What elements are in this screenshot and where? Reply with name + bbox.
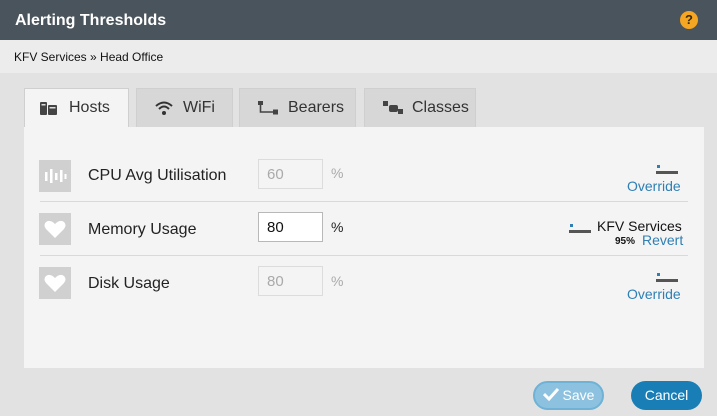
tab-bearers[interactable]: Bearers xyxy=(239,88,356,127)
memory-revert-link[interactable]: Revert xyxy=(642,232,683,248)
cancel-button[interactable]: Cancel xyxy=(631,381,702,410)
save-label: Save xyxy=(562,387,595,403)
cpu-label: CPU Avg Utilisation xyxy=(88,167,227,184)
cpu-override-link[interactable]: Override xyxy=(627,178,681,194)
save-button[interactable]: Save xyxy=(533,381,604,410)
hosts-panel: CPU Avg Utilisation 60 % Override Memory… xyxy=(24,127,704,368)
row-divider xyxy=(40,201,688,202)
tab-hosts-label: Hosts xyxy=(69,99,110,116)
tab-wifi[interactable]: WiFi xyxy=(136,88,233,127)
tab-wifi-label: WiFi xyxy=(183,99,215,116)
memory-unit: % xyxy=(331,219,344,235)
classes-icon xyxy=(383,100,403,121)
cpu-icon xyxy=(39,160,71,192)
help-icon[interactable]: ? xyxy=(680,11,698,29)
alerting-thresholds-dialog: Alerting Thresholds ? KFV Services » Hea… xyxy=(0,0,717,416)
tab-bearers-label: Bearers xyxy=(288,99,345,116)
title-bar: Alerting Thresholds ? xyxy=(0,0,717,40)
breadcrumb-bar: KFV Services » Head Office xyxy=(0,40,717,73)
tab-classes[interactable]: Classes xyxy=(364,88,476,127)
disk-unit: % xyxy=(331,273,344,289)
heart-icon xyxy=(39,267,71,299)
breadcrumb: KFV Services » Head Office xyxy=(14,50,164,64)
tab-classes-label: Classes xyxy=(412,99,469,116)
checkmark-icon xyxy=(542,384,559,409)
memory-threshold-input[interactable]: 80 xyxy=(258,212,323,242)
row-divider xyxy=(40,255,688,256)
hosts-icon xyxy=(40,100,58,121)
disk-label: Disk Usage xyxy=(88,275,170,292)
disk-threshold-input: 80 xyxy=(258,266,323,296)
inherited-value: 95% xyxy=(615,236,636,247)
org-level-icon xyxy=(569,221,591,239)
dialog-title: Alerting Thresholds xyxy=(15,12,167,29)
cpu-unit: % xyxy=(331,165,344,181)
memory-label: Memory Usage xyxy=(88,221,197,238)
bearers-icon xyxy=(258,100,278,121)
cpu-threshold-input: 60 xyxy=(258,159,323,189)
heart-icon xyxy=(39,213,71,245)
tab-hosts[interactable]: Hosts xyxy=(24,88,129,128)
disk-override-link[interactable]: Override xyxy=(627,286,681,302)
wifi-icon xyxy=(155,100,173,121)
